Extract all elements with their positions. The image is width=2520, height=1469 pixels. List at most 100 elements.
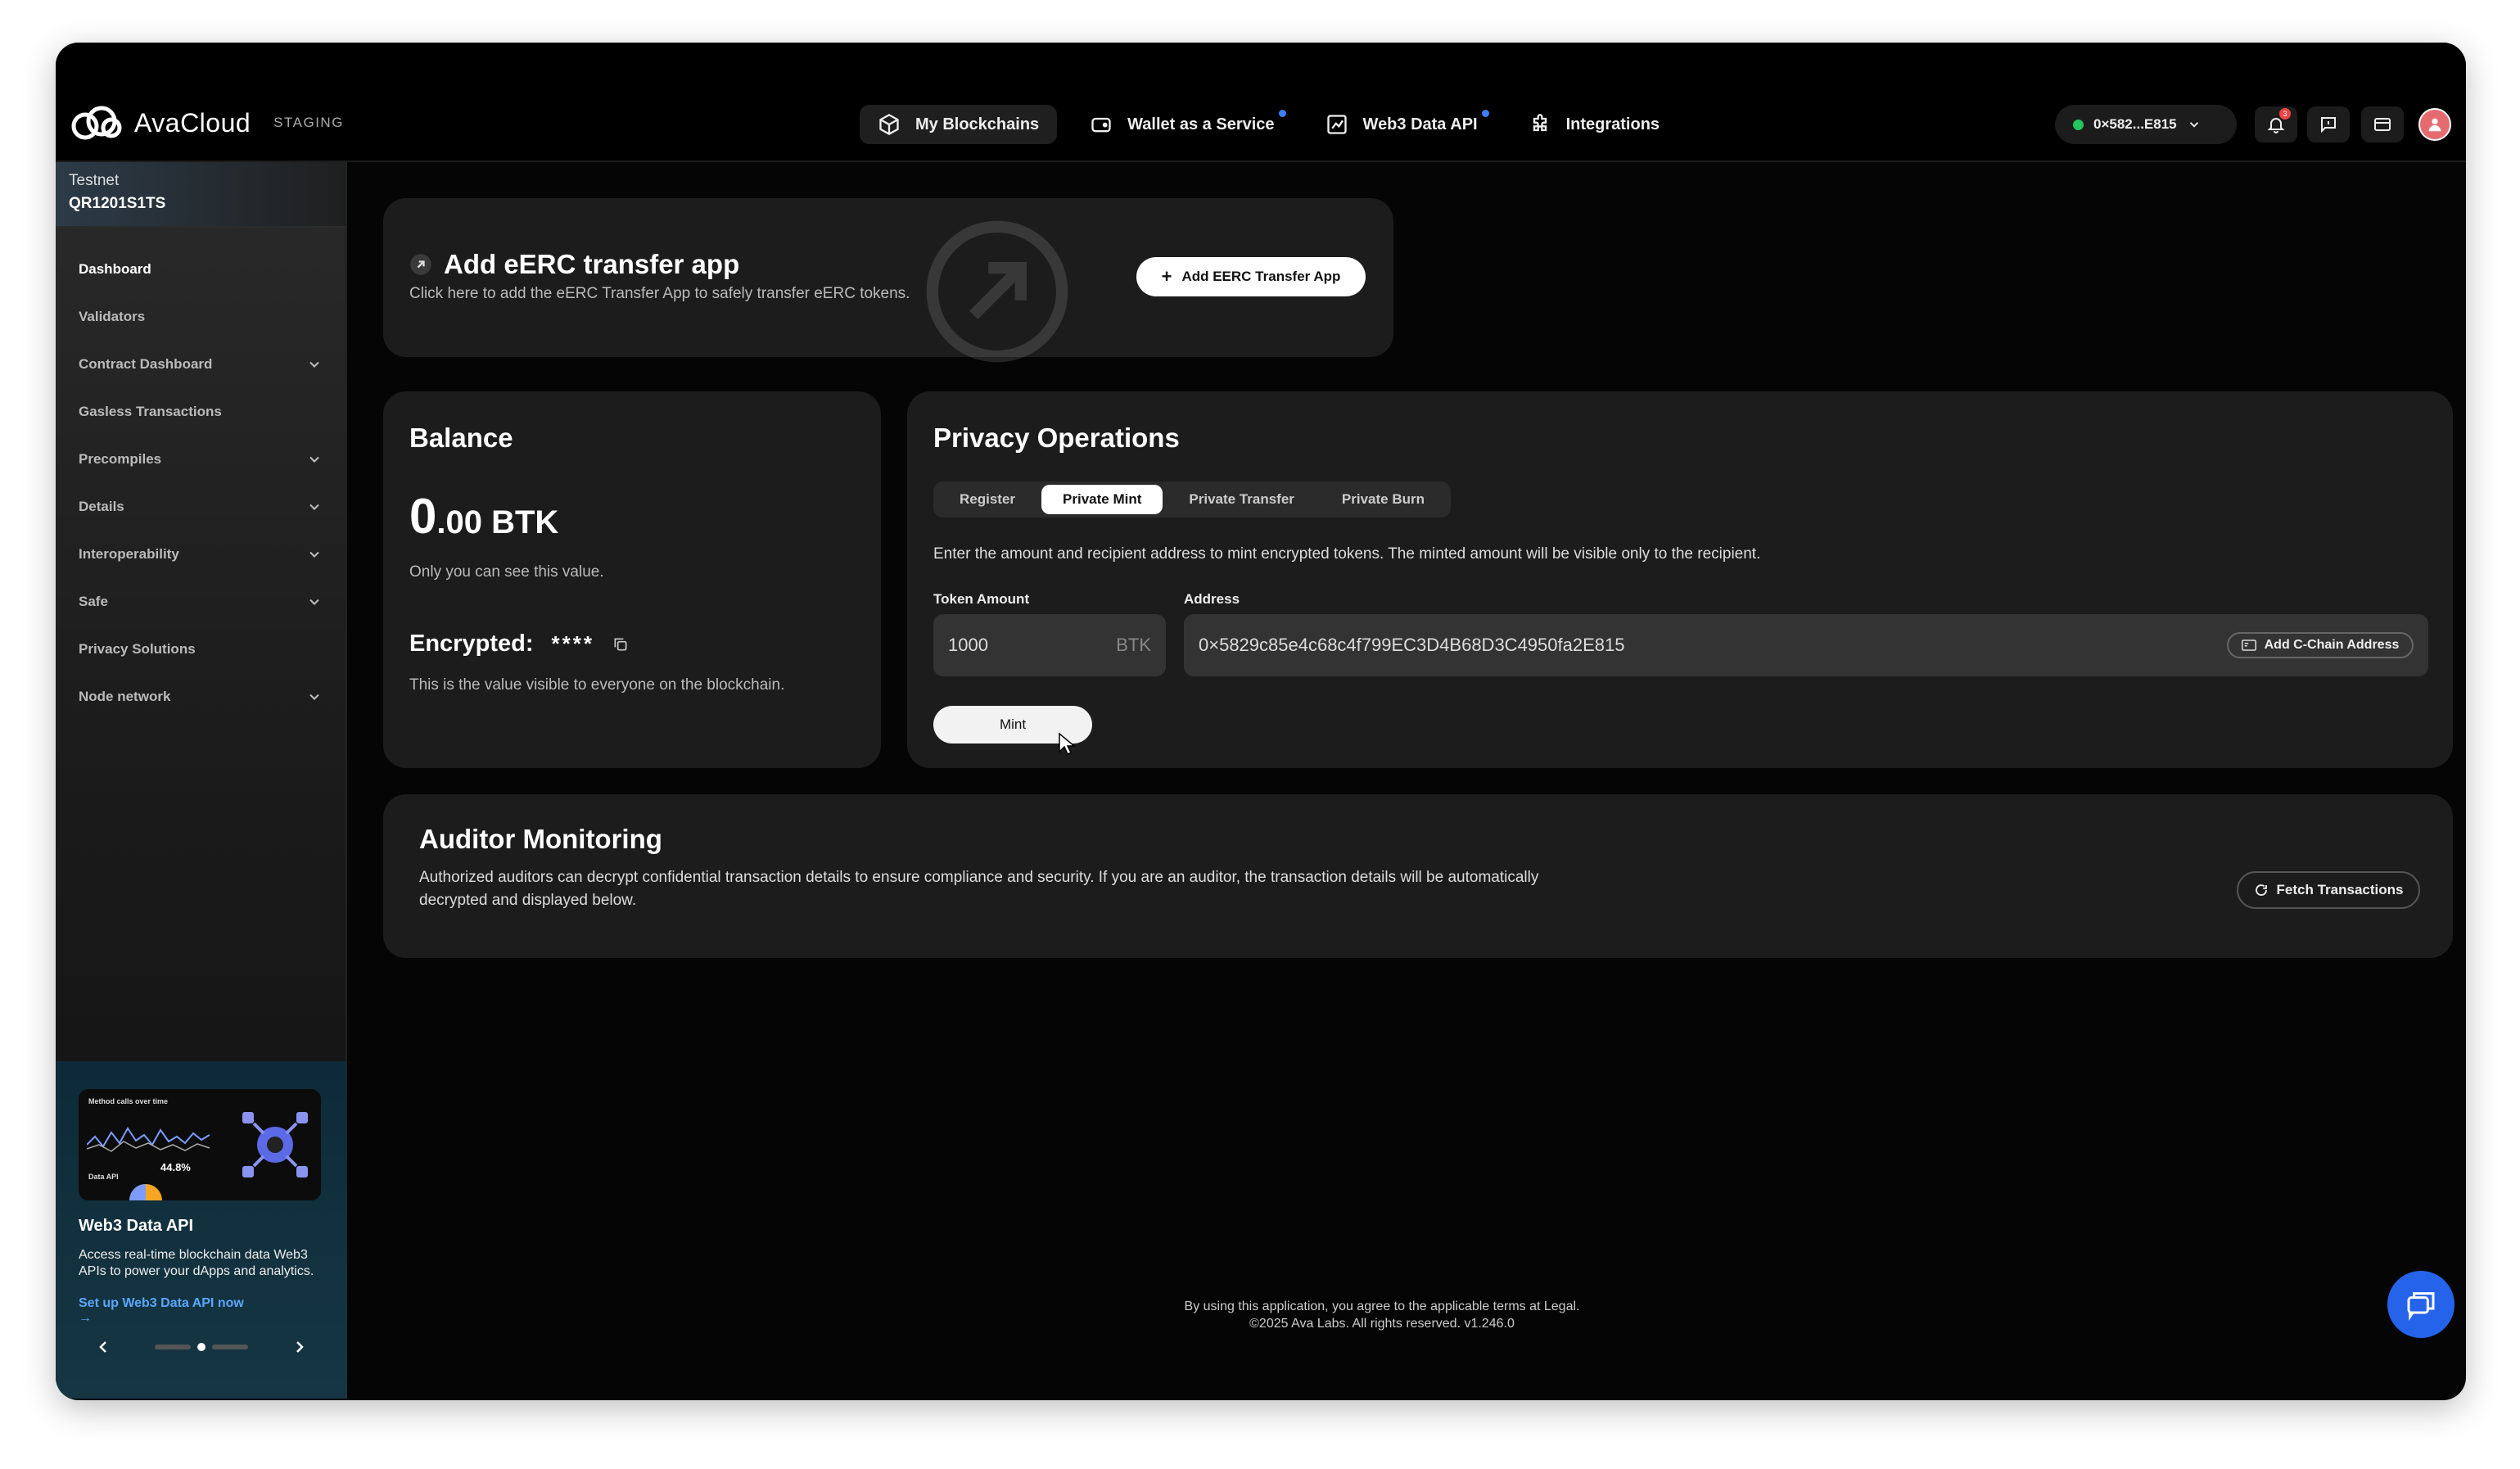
add-c-chain-address-button[interactable]: Add C-Chain Address [2227, 632, 2414, 658]
sidebar-item-interoperability[interactable]: Interoperability [56, 531, 345, 578]
chevron-right-icon[interactable] [290, 1337, 309, 1357]
balance-amount-decimal: .00 BTK [436, 504, 559, 540]
sidebar-item-precompiles[interactable]: Precompiles [56, 436, 345, 483]
notification-badge: 3 [2279, 108, 2291, 120]
address-value: 0×5829c85e4c68c4f799EC3D4B68D3C4950fa2E8… [1199, 635, 1625, 655]
nav-wallet-as-a-service[interactable]: Wallet as a Service [1072, 105, 1292, 144]
auditor-monitoring-card: Auditor Monitoring Authorized auditors c… [383, 794, 2453, 958]
sidebar-item-label: Node network [79, 689, 171, 704]
sidebar-item-label: Interoperability [79, 546, 179, 562]
carousel-dots [155, 1343, 248, 1351]
nav-wallet-label: Wallet as a Service [1127, 115, 1275, 133]
promo-card-web3-data-api: Method calls over time Data API 44.8% We… [56, 1061, 347, 1399]
chevron-down-icon [309, 456, 319, 463]
billing-button[interactable] [2361, 106, 2404, 142]
add-eerc-app-card[interactable]: Add eERC transfer app Click here to add … [383, 198, 1393, 363]
chevron-left-icon[interactable] [93, 1337, 113, 1357]
logo-text: AvaCloud [134, 107, 251, 138]
sidebar-item-label: Dashboard [79, 261, 151, 277]
main-nav: My Blockchains Wallet as a Service Web3 … [860, 105, 1678, 144]
privacy-title: Privacy Operations [933, 423, 1180, 453]
nav-my-blockchains-label: My Blockchains [915, 115, 1040, 133]
notifications-button[interactable]: 3 [2255, 106, 2297, 142]
sidebar-item-dashboard[interactable]: Dashboard [56, 246, 345, 293]
add-c-chain-address-label: Add C-Chain Address [2264, 638, 2400, 652]
chevron-down-icon [309, 551, 319, 558]
chevron-down-icon [309, 599, 319, 605]
nav-web3-label: Web3 Data API [1362, 115, 1478, 133]
sidebar-item-label: Safe [79, 594, 108, 609]
nav-integrations[interactable]: Integrations [1511, 105, 1678, 144]
user-icon [2428, 118, 2441, 132]
address-input[interactable]: 0×5829c85e4c68c4f799EC3D4B68D3C4950fa2E8… [1184, 614, 2428, 676]
fetch-transactions-button[interactable]: Fetch Transactions [2237, 871, 2420, 909]
message-icon [2321, 117, 2336, 133]
promo-illustration: Method calls over time Data API 44.8% [79, 1089, 321, 1200]
nav-my-blockchains[interactable]: My Blockchains [860, 105, 1058, 144]
sidebar-item-validators[interactable]: Validators [56, 293, 345, 341]
address-label: Address [1184, 591, 1240, 607]
token-unit: BTK [1116, 635, 1151, 655]
external-link-icon [410, 254, 431, 275]
wallet-address-dropdown[interactable]: 0×582...E815 [2055, 105, 2237, 144]
feedback-button[interactable] [2307, 106, 2350, 142]
sidebar-item-privacy-solutions[interactable]: Privacy Solutions [56, 626, 345, 673]
network-selector[interactable]: Testnet QR1201S1TS [56, 162, 345, 228]
mouse-cursor-icon [1059, 732, 1076, 756]
sidebar-item-label: Precompiles [79, 451, 162, 467]
address-book-icon [2241, 640, 2256, 651]
sidebar-item-label: Details [79, 499, 124, 514]
privacy-tabs: Register Private Mint Private Transfer P… [933, 481, 1451, 518]
tab-register[interactable]: Register [938, 485, 1036, 514]
promo-link-text: Set up Web3 Data API now [79, 1296, 244, 1310]
nav-integrations-label: Integrations [1565, 115, 1660, 133]
promo-data-api-label: Data API [88, 1173, 119, 1181]
sidebar-item-label: Gasless Transactions [79, 404, 222, 419]
token-amount-label: Token Amount [933, 591, 1030, 607]
carousel-dot[interactable] [155, 1345, 191, 1349]
sidebar-item-details[interactable]: Details [56, 483, 345, 531]
auditor-title: Auditor Monitoring [419, 824, 662, 854]
sidebar-item-contract-dashboard[interactable]: Contract Dashboard [56, 341, 345, 388]
carousel-dot[interactable] [212, 1345, 248, 1349]
tab-private-transfer[interactable]: Private Transfer [1167, 485, 1316, 514]
mint-button-label: Mint [999, 716, 1027, 732]
tab-private-mint[interactable]: Private Mint [1041, 485, 1163, 514]
sidebar-item-safe[interactable]: Safe [56, 578, 345, 626]
sidebar-item-gasless-transactions[interactable]: Gasless Transactions [56, 388, 345, 436]
carousel-dot-active[interactable] [197, 1343, 205, 1351]
sidebar-menu: Dashboard Validators Contract Dashboard … [56, 246, 345, 721]
promo-setup-link[interactable]: Set up Web3 Data API now → [79, 1296, 324, 1326]
wallet-icon [1091, 117, 1111, 133]
tab-private-burn[interactable]: Private Burn [1321, 485, 1446, 514]
chat-icon [2407, 1292, 2435, 1321]
footer-terms: By using this application, you agree to … [1184, 1300, 1580, 1313]
promo-chart-title: Method calls over time [88, 1097, 169, 1105]
avacloud-logo[interactable]: AvaCloud STAGING [69, 103, 344, 142]
new-indicator-dot [1278, 110, 1286, 117]
sidebar-item-label: Privacy Solutions [79, 641, 196, 657]
top-navigation-bar: AvaCloud STAGING My Blockchains Wallet a… [56, 43, 2466, 162]
sidebar: Testnet QR1201S1TS Dashboard Validators … [56, 162, 347, 1399]
encrypted-label: Encrypted: [409, 631, 534, 657]
promo-percent-label: 44.8% [160, 1161, 191, 1173]
user-avatar[interactable] [2418, 108, 2451, 141]
token-amount-input[interactable]: 1000 BTK [933, 614, 1166, 676]
card-icon [2374, 118, 2391, 131]
add-eerc-transfer-app-button[interactable]: + Add EERC Transfer App [1136, 257, 1366, 296]
promo-line-chart-icon [87, 1127, 210, 1152]
fetch-transactions-label: Fetch Transactions [2276, 882, 2404, 897]
environment-tag: STAGING [273, 115, 344, 130]
chat-support-button[interactable] [2387, 1271, 2455, 1338]
app-window: AvaCloud STAGING My Blockchains Wallet a… [56, 43, 2466, 1400]
promo-carousel-nav [79, 1337, 324, 1357]
add-app-subtitle: Click here to add the eERC Transfer App … [409, 285, 910, 302]
network-name: QR1201S1TS [69, 195, 166, 212]
encrypted-value: **** [551, 631, 594, 656]
chevron-down-icon [309, 504, 319, 510]
sidebar-item-node-network[interactable]: Node network [56, 673, 345, 721]
nav-web3-data-api[interactable]: Web3 Data API [1307, 105, 1496, 144]
copy-icon[interactable] [612, 636, 629, 653]
token-amount-value: 1000 [948, 635, 988, 655]
balance-amount: 0 .00 BTK [409, 488, 558, 545]
